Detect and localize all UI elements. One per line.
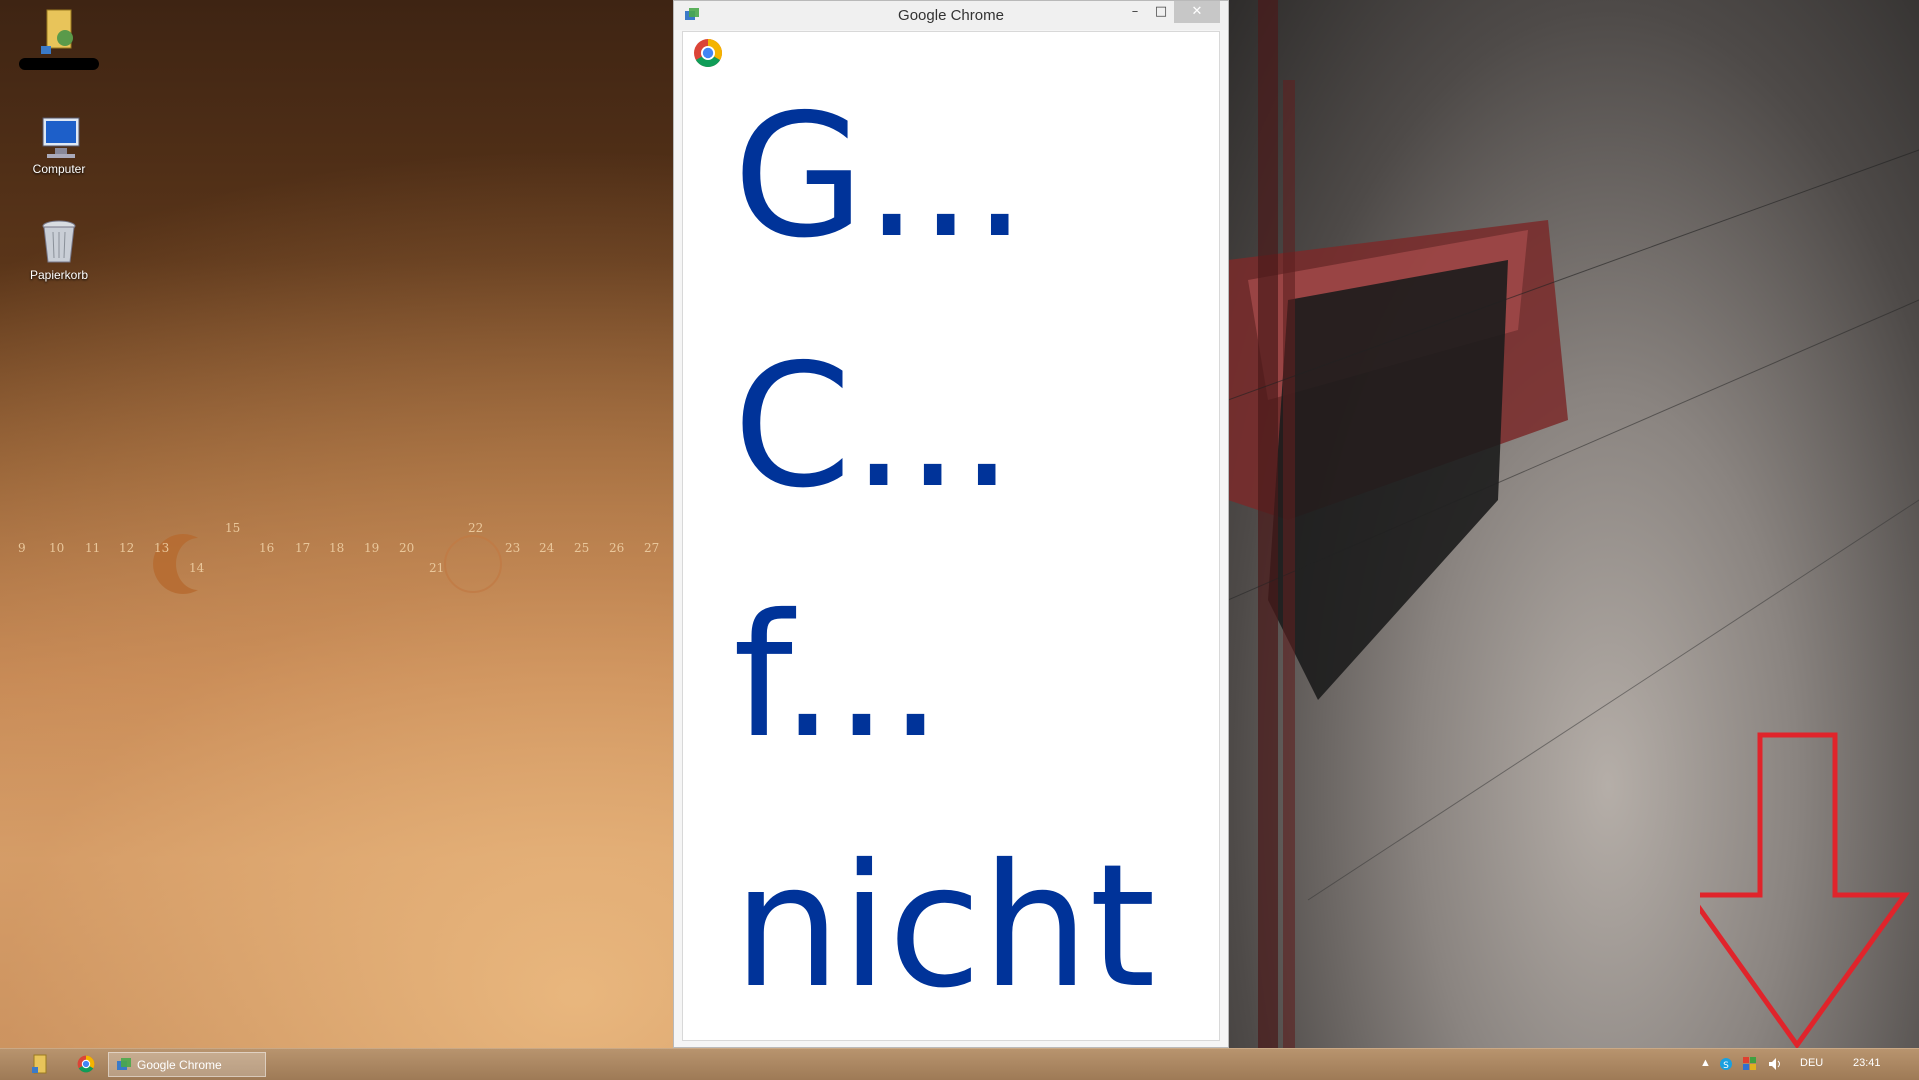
input-language-indicator[interactable]: DEU	[1800, 1057, 1823, 1069]
desktop-icon-label: Computer	[32, 162, 86, 176]
desktop-icon-computer[interactable]: Computer	[14, 116, 104, 176]
calendar-day: 10	[49, 541, 65, 555]
calendar-day: 13	[154, 541, 170, 555]
message-line: C...	[733, 328, 1014, 526]
desktop-icon-recycle-bin[interactable]: Papierkorb	[14, 218, 104, 282]
file-explorer-icon	[32, 1054, 47, 1074]
svg-text:S: S	[1723, 1061, 1729, 1071]
calendar-day: 12	[119, 541, 135, 555]
calendar-day: 27	[644, 541, 660, 555]
show-hidden-icons-button[interactable]: ▲	[1700, 1057, 1711, 1069]
taskbar-task-google-chrome[interactable]: Google Chrome	[108, 1052, 266, 1077]
red-annotation-arrow-icon	[1700, 732, 1910, 1048]
close-button[interactable]: ✕	[1174, 1, 1220, 23]
calendar-day: 24	[539, 541, 555, 555]
recycle-bin-icon	[42, 220, 76, 263]
calendar-day: 17	[295, 541, 311, 555]
minimize-button[interactable]: –	[1122, 1, 1148, 23]
redaction-mark	[19, 58, 99, 70]
chrome-logo-icon	[694, 39, 722, 67]
calendar-day: 20	[399, 541, 415, 555]
taskbar-task-label: Google Chrome	[137, 1058, 222, 1072]
desktop-icon-label: Papierkorb	[29, 268, 89, 282]
calendar-day: 21	[429, 561, 445, 575]
user-folder-icon	[41, 9, 73, 54]
volume-icon[interactable]	[1768, 1057, 1782, 1071]
popup-content: G... C... f... nicht	[682, 31, 1220, 1041]
skype-icon[interactable]: S	[1719, 1057, 1733, 1071]
calendar-day: 25	[574, 541, 590, 555]
message-line: f...	[733, 578, 943, 776]
desktop-icon-user-folder[interactable]	[14, 8, 104, 70]
calendar-day: 15	[225, 521, 241, 535]
message-line: G...	[733, 78, 1027, 276]
chrome-logo-icon	[77, 1055, 95, 1073]
message-line: nicht	[733, 828, 1156, 1026]
calendar-day: 26	[609, 541, 625, 555]
maximize-button[interactable]: □	[1148, 1, 1174, 23]
computer-icon	[42, 117, 80, 158]
calendar-day: 22	[468, 521, 484, 535]
moon-phase-icon	[153, 534, 502, 594]
calendar-day: 19	[364, 541, 380, 555]
calendar-day: 18	[329, 541, 345, 555]
calendar-day: 23	[505, 541, 521, 555]
taskbar-explorer-button[interactable]	[26, 1052, 54, 1077]
taskbar: Google Chrome ▲ S DEU 23:41	[0, 1048, 1919, 1080]
taskbar-chrome-pin-button[interactable]	[72, 1052, 100, 1077]
app-window-icon	[117, 1058, 131, 1070]
calendar-day: 14	[189, 561, 205, 575]
taskbar-clock[interactable]: 23:41	[1853, 1057, 1881, 1069]
network-icon[interactable]	[1743, 1057, 1757, 1071]
chrome-window: Google Chrome – □ ✕ G... C... f... nicht	[673, 0, 1229, 1048]
calendar-widget: 9 10 11 12 13 14 15 16 17 18 19 20 21 22…	[0, 500, 680, 610]
calendar-day: 16	[259, 541, 275, 555]
window-titlebar[interactable]: Google Chrome – □ ✕	[674, 1, 1228, 30]
calendar-day: 9	[18, 541, 26, 555]
calendar-day: 11	[85, 541, 101, 555]
